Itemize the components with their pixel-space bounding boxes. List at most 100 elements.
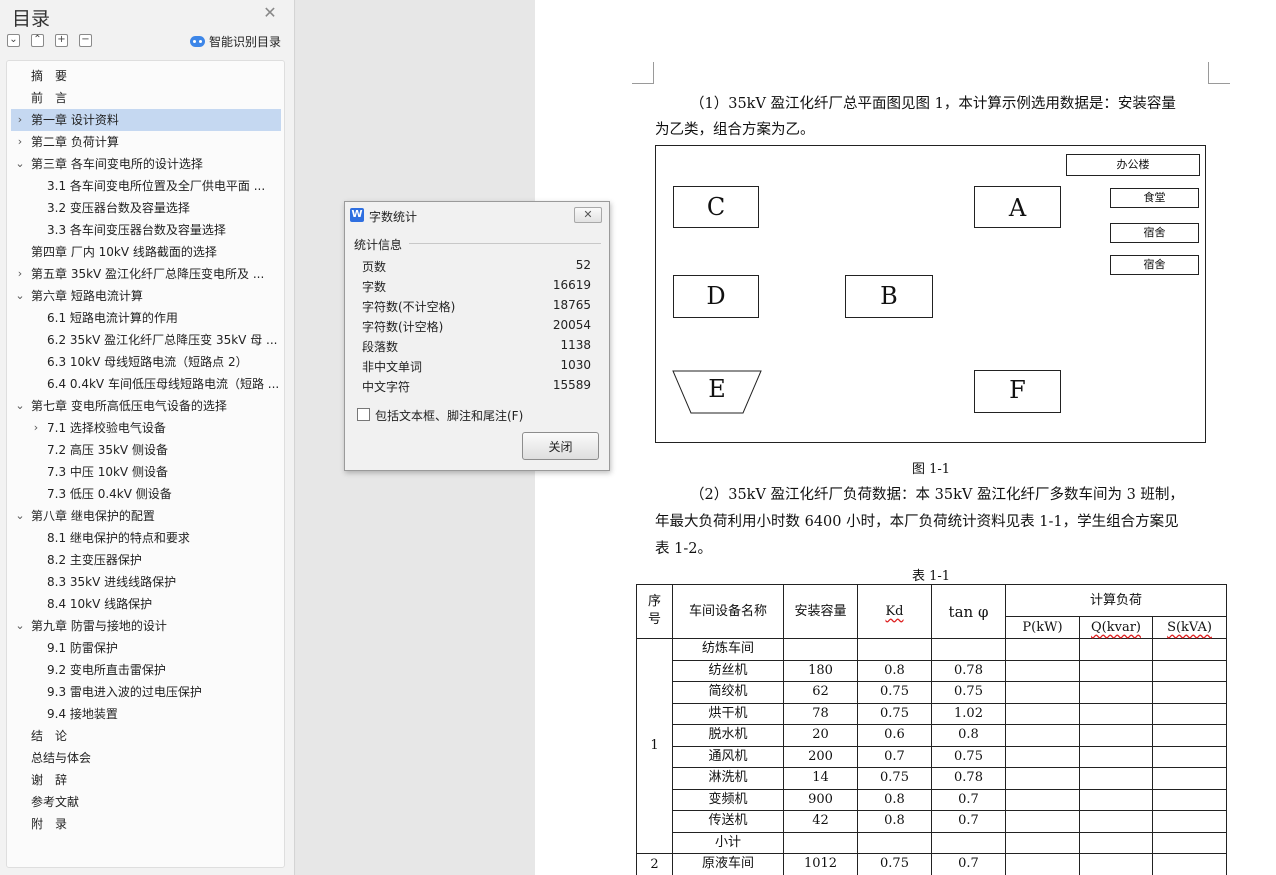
toc-item[interactable]: 6.1 短路电流计算的作用 bbox=[11, 307, 281, 329]
cell-kd: 0.8 bbox=[857, 810, 932, 833]
toc-item[interactable]: 6.4 0.4kV 车间低压母线短路电流（短路 ... bbox=[11, 373, 281, 395]
toc-item-label: 第八章 继电保护的配置 bbox=[31, 509, 155, 523]
toc-item[interactable]: 8.2 主变压器保护 bbox=[11, 549, 281, 571]
toc-item-label: 前 言 bbox=[31, 91, 68, 105]
toc-item[interactable]: ⌄ 第八章 继电保护的配置 bbox=[11, 505, 281, 527]
toc-item[interactable]: ⌄ 第六章 短路电流计算 bbox=[11, 285, 281, 307]
toc-item[interactable]: 前 言 bbox=[11, 87, 281, 109]
toc-item[interactable]: 9.1 防雷保护 bbox=[11, 637, 281, 659]
cell-tan bbox=[931, 638, 1006, 661]
stat-value: 1138 bbox=[560, 338, 591, 352]
toc-item[interactable]: 3.3 各车间变压器台数及容量选择 bbox=[11, 219, 281, 241]
smart-toc-button[interactable]: 智能识别目录 bbox=[190, 33, 281, 49]
cell-kd: 0.75 bbox=[857, 767, 932, 790]
toc-item[interactable]: 附 录 bbox=[11, 813, 281, 835]
toc-item-label: 9.2 变电所直击雷保护 bbox=[47, 663, 166, 677]
include-textbox-label: 包括文本框、脚注和尾注(F) bbox=[375, 409, 524, 423]
toc-item[interactable]: ⌄ 第九章 防雷与接地的设计 bbox=[11, 615, 281, 637]
chevron-down-icon[interactable]: ⌄ bbox=[14, 153, 26, 175]
toc-item[interactable]: 参考文献 bbox=[11, 791, 281, 813]
cell-calc bbox=[1005, 767, 1080, 790]
chevron-down-icon[interactable]: ⌄ bbox=[14, 505, 26, 527]
toc-item[interactable]: 7.2 高压 35kV 侧设备 bbox=[11, 439, 281, 461]
toc-item[interactable]: 第四章 厂内 10kV 线路截面的选择 bbox=[11, 241, 281, 263]
cell-cap: 42 bbox=[783, 810, 858, 833]
toc-item[interactable]: 7.3 低压 0.4kV 侧设备 bbox=[11, 483, 281, 505]
toc-item[interactable]: 3.1 各车间变电所位置及全厂供电平面 ... bbox=[11, 175, 281, 197]
toc-item[interactable]: ⌄ 第三章 各车间变电所的设计选择 bbox=[11, 153, 281, 175]
chevron-right-icon[interactable]: › bbox=[14, 263, 26, 285]
toc-item[interactable]: 9.3 雷电进入波的过电压保护 bbox=[11, 681, 281, 703]
header-no: 序号 bbox=[636, 584, 673, 639]
toc-item[interactable]: 9.4 接地装置 bbox=[11, 703, 281, 725]
table-row: 1 纺炼车间 bbox=[636, 638, 1227, 854]
add-icon[interactable]: + bbox=[55, 34, 68, 47]
cell-tan: 0.75 bbox=[931, 745, 1006, 768]
toc-item[interactable]: › 7.1 选择校验电气设备 bbox=[11, 417, 281, 439]
close-button[interactable]: 关闭 bbox=[522, 432, 599, 460]
toc-item[interactable]: 8.3 35kV 进线线路保护 bbox=[11, 571, 281, 593]
cell-tan bbox=[931, 831, 1006, 854]
expand-up-icon[interactable]: ⌃ bbox=[31, 34, 44, 47]
cell-tan: 1.02 bbox=[931, 702, 1006, 725]
building-f: F bbox=[974, 370, 1061, 413]
chevron-right-icon[interactable]: › bbox=[30, 417, 42, 439]
stat-label: 字数 bbox=[362, 280, 387, 294]
cell-name: 传送机 bbox=[672, 810, 784, 833]
chevron-down-icon[interactable]: ⌄ bbox=[14, 615, 26, 637]
toc-item-label: 7.3 低压 0.4kV 侧设备 bbox=[47, 487, 172, 501]
cell-tan: 0.8 bbox=[931, 724, 1006, 747]
toc-item-label: 第一章 设计资料 bbox=[31, 113, 119, 127]
toc-item[interactable]: › 第二章 负荷计算 bbox=[11, 131, 281, 153]
toc-item[interactable]: 8.1 继电保护的特点和要求 bbox=[11, 527, 281, 549]
chevron-right-icon[interactable]: › bbox=[14, 109, 26, 131]
figure-caption: 图 1-1 bbox=[912, 462, 951, 477]
toc-item[interactable]: 7.3 中压 10kV 侧设备 bbox=[11, 461, 281, 483]
cell-calc bbox=[1152, 767, 1227, 790]
toc-item[interactable]: 6.2 35kV 盈江化纤厂总降压变 35kV 母 ... bbox=[11, 329, 281, 351]
header-capacity: 安装容量 bbox=[783, 584, 858, 639]
include-textbox-checkbox[interactable] bbox=[357, 408, 370, 421]
collapse-all-icon[interactable]: ⌄ bbox=[7, 34, 20, 47]
close-icon[interactable]: ✕ bbox=[574, 207, 602, 223]
cell-tan: 0.7 bbox=[931, 788, 1006, 811]
toc-item[interactable]: 摘 要 bbox=[11, 65, 281, 87]
stat-label: 页数 bbox=[362, 260, 387, 274]
header-name: 车间设备名称 bbox=[672, 584, 784, 639]
stat-label: 段落数 bbox=[362, 340, 399, 354]
group-number: 1 bbox=[636, 638, 673, 854]
cell-calc bbox=[1152, 681, 1227, 704]
toc-item[interactable]: 总结与体会 bbox=[11, 747, 281, 769]
toc-item[interactable]: 3.2 变压器台数及容量选择 bbox=[11, 197, 281, 219]
toc-item[interactable]: 6.3 10kV 母线短路电流（短路点 2） bbox=[11, 351, 281, 373]
toc-item-label: 第九章 防雷与接地的设计 bbox=[31, 619, 167, 633]
office-building: 办公楼 bbox=[1066, 154, 1200, 176]
close-icon[interactable]: ✕ bbox=[262, 5, 278, 21]
toc-item-label: 6.4 0.4kV 车间低压母线短路电流（短路 ... bbox=[47, 377, 280, 391]
toc-item-label: 8.2 主变压器保护 bbox=[47, 553, 142, 567]
toc-item[interactable]: › 第一章 设计资料 bbox=[11, 109, 281, 131]
stat-value: 18765 bbox=[552, 298, 591, 312]
chevron-down-icon[interactable]: ⌄ bbox=[14, 285, 26, 307]
toc-item[interactable]: 9.2 变电所直击雷保护 bbox=[11, 659, 281, 681]
toc-item[interactable]: › 第五章 35kV 盈江化纤厂总降压变电所及 ... bbox=[11, 263, 281, 285]
toc-item[interactable]: ⌄ 第七章 变电所高低压电气设备的选择 bbox=[11, 395, 281, 417]
cell-cap: 200 bbox=[783, 745, 858, 768]
cell-cap: 78 bbox=[783, 702, 858, 725]
dialog-titlebar[interactable]: W 字数统计 ✕ bbox=[345, 202, 609, 228]
chevron-right-icon[interactable]: › bbox=[14, 131, 26, 153]
table-caption: 表 1-1 bbox=[912, 569, 951, 584]
cell-kd: 0.8 bbox=[857, 788, 932, 811]
toc-item[interactable]: 8.4 10kV 线路保护 bbox=[11, 593, 281, 615]
remove-icon[interactable]: − bbox=[79, 34, 92, 47]
toc-item-label: 6.1 短路电流计算的作用 bbox=[47, 311, 178, 325]
toc-item[interactable]: 结 论 bbox=[11, 725, 281, 747]
cell-cap: 62 bbox=[783, 681, 858, 704]
toc-item[interactable]: 谢 辞 bbox=[11, 769, 281, 791]
toc-item-label: 第三章 各车间变电所的设计选择 bbox=[31, 157, 203, 171]
load-table: 序号 车间设备名称 安装容量 Kd tan φ 计算负荷 P(kW) Q(kva… bbox=[636, 583, 1227, 875]
chevron-down-icon[interactable]: ⌄ bbox=[14, 395, 26, 417]
cell-tan: 0.78 bbox=[931, 767, 1006, 790]
cell-kd: 0.7 bbox=[857, 745, 932, 768]
cell-calc bbox=[1079, 745, 1153, 768]
